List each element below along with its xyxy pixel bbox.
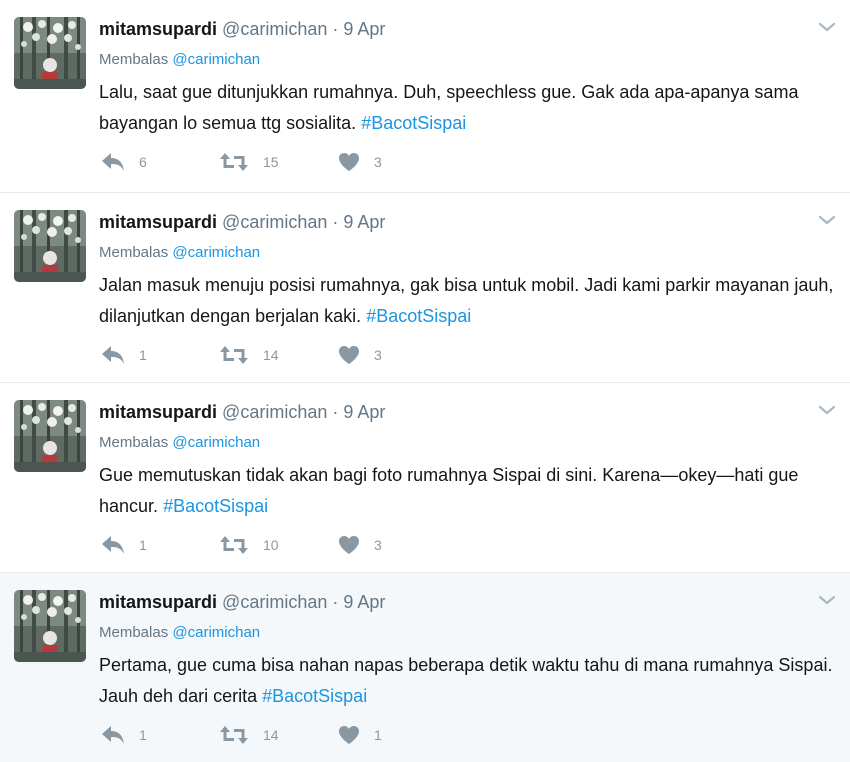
reply-count: 6 [139, 154, 147, 170]
author-handle[interactable]: @carimichan [222, 212, 327, 232]
tweet[interactable]: mitamsupardi @carimichan · 9 Apr Membala… [0, 192, 850, 382]
retweet-button[interactable]: 10 [219, 535, 338, 555]
reply-button[interactable]: 1 [101, 725, 219, 745]
reply-icon [102, 153, 124, 171]
replying-to: Membalas @carimichan [99, 243, 260, 263]
reply-count: 1 [139, 727, 147, 743]
retweet-count: 10 [263, 537, 279, 553]
replying-to-link[interactable]: @carimichan [172, 244, 260, 261]
like-button[interactable]: 3 [338, 345, 418, 365]
timestamp[interactable]: 9 Apr [343, 592, 385, 612]
timestamp[interactable]: 9 Apr [343, 212, 385, 232]
chevron-down-icon[interactable] [818, 403, 836, 417]
tweet-header: mitamsupardi @carimichan · 9 Apr [99, 211, 385, 233]
author-handle[interactable]: @carimichan [222, 19, 327, 39]
retweet-icon [220, 726, 248, 744]
timestamp[interactable]: 9 Apr [343, 402, 385, 422]
replying-to-link[interactable]: @carimichan [172, 51, 260, 68]
retweet-button[interactable]: 14 [219, 725, 338, 745]
like-count: 3 [374, 537, 382, 553]
retweet-count: 15 [263, 154, 279, 170]
tweet-actions: 1 14 1 [101, 723, 418, 747]
reply-button[interactable]: 1 [101, 535, 219, 555]
replying-to: Membalas @carimichan [99, 433, 260, 453]
tweet-header: mitamsupardi @carimichan · 9 Apr [99, 591, 385, 613]
separator-dot: · [332, 19, 339, 39]
replying-to: Membalas @carimichan [99, 50, 260, 70]
tweet[interactable]: mitamsupardi @carimichan · 9 Apr Membala… [0, 382, 850, 572]
separator-dot: · [332, 402, 339, 422]
retweet-count: 14 [263, 727, 279, 743]
hashtag-link[interactable]: #BacotSispai [366, 306, 471, 326]
chevron-down-icon[interactable] [818, 20, 836, 34]
like-count: 3 [374, 154, 382, 170]
tweet-actions: 6 15 3 [101, 150, 418, 174]
tweet-header: mitamsupardi @carimichan · 9 Apr [99, 401, 385, 423]
avatar[interactable] [14, 590, 86, 662]
tweet[interactable]: mitamsupardi @carimichan · 9 Apr Membala… [0, 0, 850, 192]
author-name[interactable]: mitamsupardi [99, 19, 217, 39]
retweet-button[interactable]: 15 [219, 152, 338, 172]
chevron-down-icon[interactable] [818, 213, 836, 227]
avatar[interactable] [14, 210, 86, 282]
heart-icon [339, 726, 359, 744]
reply-count: 1 [139, 537, 147, 553]
replying-to-label: Membalas [99, 51, 169, 68]
replying-to-link[interactable]: @carimichan [172, 434, 260, 451]
author-name[interactable]: mitamsupardi [99, 592, 217, 612]
heart-icon [339, 536, 359, 554]
hashtag-link[interactable]: #BacotSispai [163, 496, 268, 516]
author-name[interactable]: mitamsupardi [99, 212, 217, 232]
like-count: 3 [374, 347, 382, 363]
like-button[interactable]: 1 [338, 725, 418, 745]
tweet-text: Gue memutuskan tidak akan bagi foto ruma… [99, 460, 844, 522]
retweet-count: 14 [263, 347, 279, 363]
reply-icon [102, 726, 124, 744]
chevron-down-icon[interactable] [818, 593, 836, 607]
tweet-text: Lalu, saat gue ditunjukkan rumahnya. Duh… [99, 77, 844, 139]
like-button[interactable]: 3 [338, 535, 418, 555]
like-count: 1 [374, 727, 382, 743]
reply-icon [102, 346, 124, 364]
tweet-header: mitamsupardi @carimichan · 9 Apr [99, 18, 385, 40]
like-button[interactable]: 3 [338, 152, 418, 172]
reply-button[interactable]: 1 [101, 345, 219, 365]
tweet-actions: 1 14 3 [101, 343, 418, 367]
replying-to-label: Membalas [99, 244, 169, 261]
replying-to-label: Membalas [99, 434, 169, 451]
author-handle[interactable]: @carimichan [222, 592, 327, 612]
heart-icon [339, 346, 359, 364]
author-name[interactable]: mitamsupardi [99, 402, 217, 422]
replying-to: Membalas @carimichan [99, 623, 260, 643]
tweet-text: Jalan masuk menuju posisi rumahnya, gak … [99, 270, 844, 332]
retweet-icon [220, 153, 248, 171]
tweet-highlighted[interactable]: mitamsupardi @carimichan · 9 Apr Membala… [0, 572, 850, 762]
author-handle[interactable]: @carimichan [222, 402, 327, 422]
heart-icon [339, 153, 359, 171]
tweet-text: Pertama, gue cuma bisa nahan napas beber… [99, 650, 844, 712]
separator-dot: · [332, 592, 339, 612]
hashtag-link[interactable]: #BacotSispai [262, 686, 367, 706]
retweet-icon [220, 346, 248, 364]
replying-to-link[interactable]: @carimichan [172, 624, 260, 641]
replying-to-label: Membalas [99, 624, 169, 641]
tweet-body: Pertama, gue cuma bisa nahan napas beber… [99, 655, 833, 706]
separator-dot: · [332, 212, 339, 232]
timestamp[interactable]: 9 Apr [343, 19, 385, 39]
tweet-feed: mitamsupardi @carimichan · 9 Apr Membala… [0, 0, 850, 762]
retweet-icon [220, 536, 248, 554]
reply-button[interactable]: 6 [101, 152, 219, 172]
hashtag-link[interactable]: #BacotSispai [361, 113, 466, 133]
tweet-actions: 1 10 3 [101, 533, 418, 557]
avatar[interactable] [14, 17, 86, 89]
avatar[interactable] [14, 400, 86, 472]
reply-icon [102, 536, 124, 554]
retweet-button[interactable]: 14 [219, 345, 338, 365]
reply-count: 1 [139, 347, 147, 363]
